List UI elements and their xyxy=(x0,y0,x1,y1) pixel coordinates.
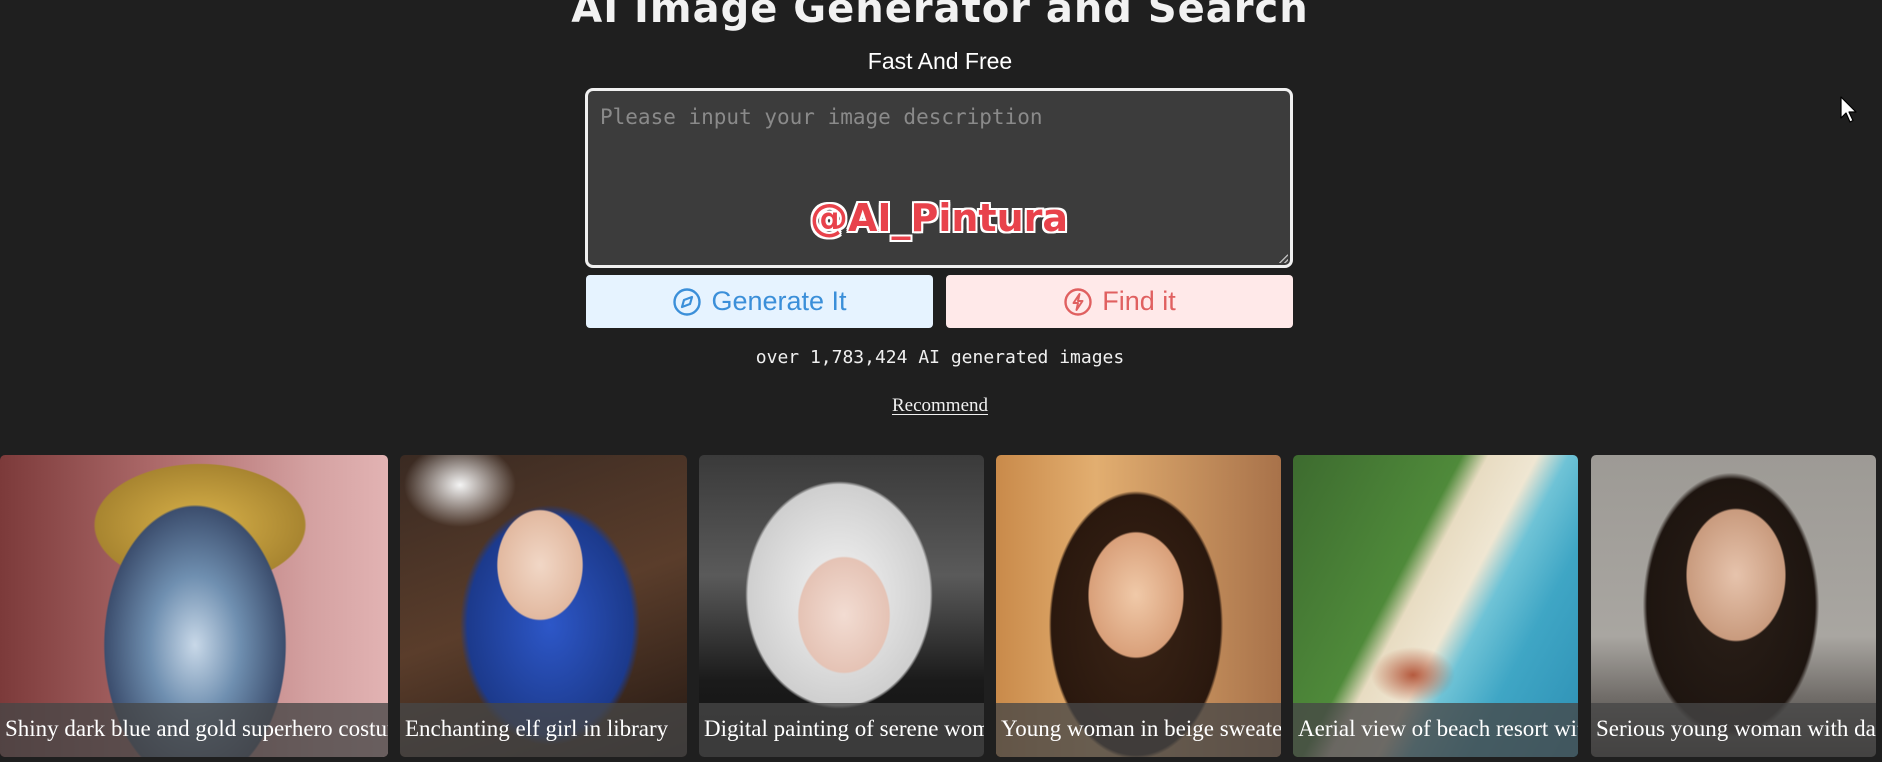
find-button[interactable]: Find it xyxy=(946,275,1293,328)
generate-button-label: Generate It xyxy=(711,286,847,316)
prompt-container: @AI_Pintura xyxy=(585,88,1293,268)
compass-icon xyxy=(673,287,702,316)
find-button-label: Find it xyxy=(1102,286,1176,316)
resize-handle[interactable] xyxy=(1278,253,1288,263)
prompt-input[interactable] xyxy=(588,91,1290,265)
gallery-caption: Serious young woman with dark hair xyxy=(1591,703,1876,757)
gallery-card[interactable]: Enchanting elf girl in library xyxy=(400,455,687,757)
gallery-card[interactable]: Aerial view of beach resort with xyxy=(1293,455,1578,757)
gallery-caption: Young woman in beige sweater xyxy=(996,703,1281,757)
page-subtitle: Fast And Free xyxy=(867,48,1013,74)
page-title: AI Image Generator and Search xyxy=(571,0,1309,32)
gallery-card[interactable]: Shiny dark blue and gold superhero costu… xyxy=(0,455,388,757)
gallery-caption: Digital painting of serene woman xyxy=(699,703,984,757)
gallery-caption: Aerial view of beach resort with xyxy=(1293,703,1578,757)
gallery-card[interactable]: Digital painting of serene woman xyxy=(699,455,984,757)
recommend-section-title: Recommend xyxy=(0,395,1880,417)
lightning-icon xyxy=(1064,287,1092,316)
generate-button[interactable]: Generate It xyxy=(586,275,933,328)
recommend-link[interactable]: Recommend xyxy=(892,395,988,416)
gallery-caption: Enchanting elf girl in library xyxy=(400,703,687,757)
image-count: over 1,783,424 AI generated images xyxy=(755,347,1125,368)
mouse-cursor-icon xyxy=(1840,96,1857,123)
gallery-card[interactable]: Serious young woman with dark hair xyxy=(1591,455,1876,757)
gallery-card[interactable]: Young woman in beige sweater xyxy=(996,455,1281,757)
gallery-caption: Shiny dark blue and gold superhero costu… xyxy=(0,703,388,757)
image-gallery: Shiny dark blue and gold superhero costu… xyxy=(0,455,1882,757)
